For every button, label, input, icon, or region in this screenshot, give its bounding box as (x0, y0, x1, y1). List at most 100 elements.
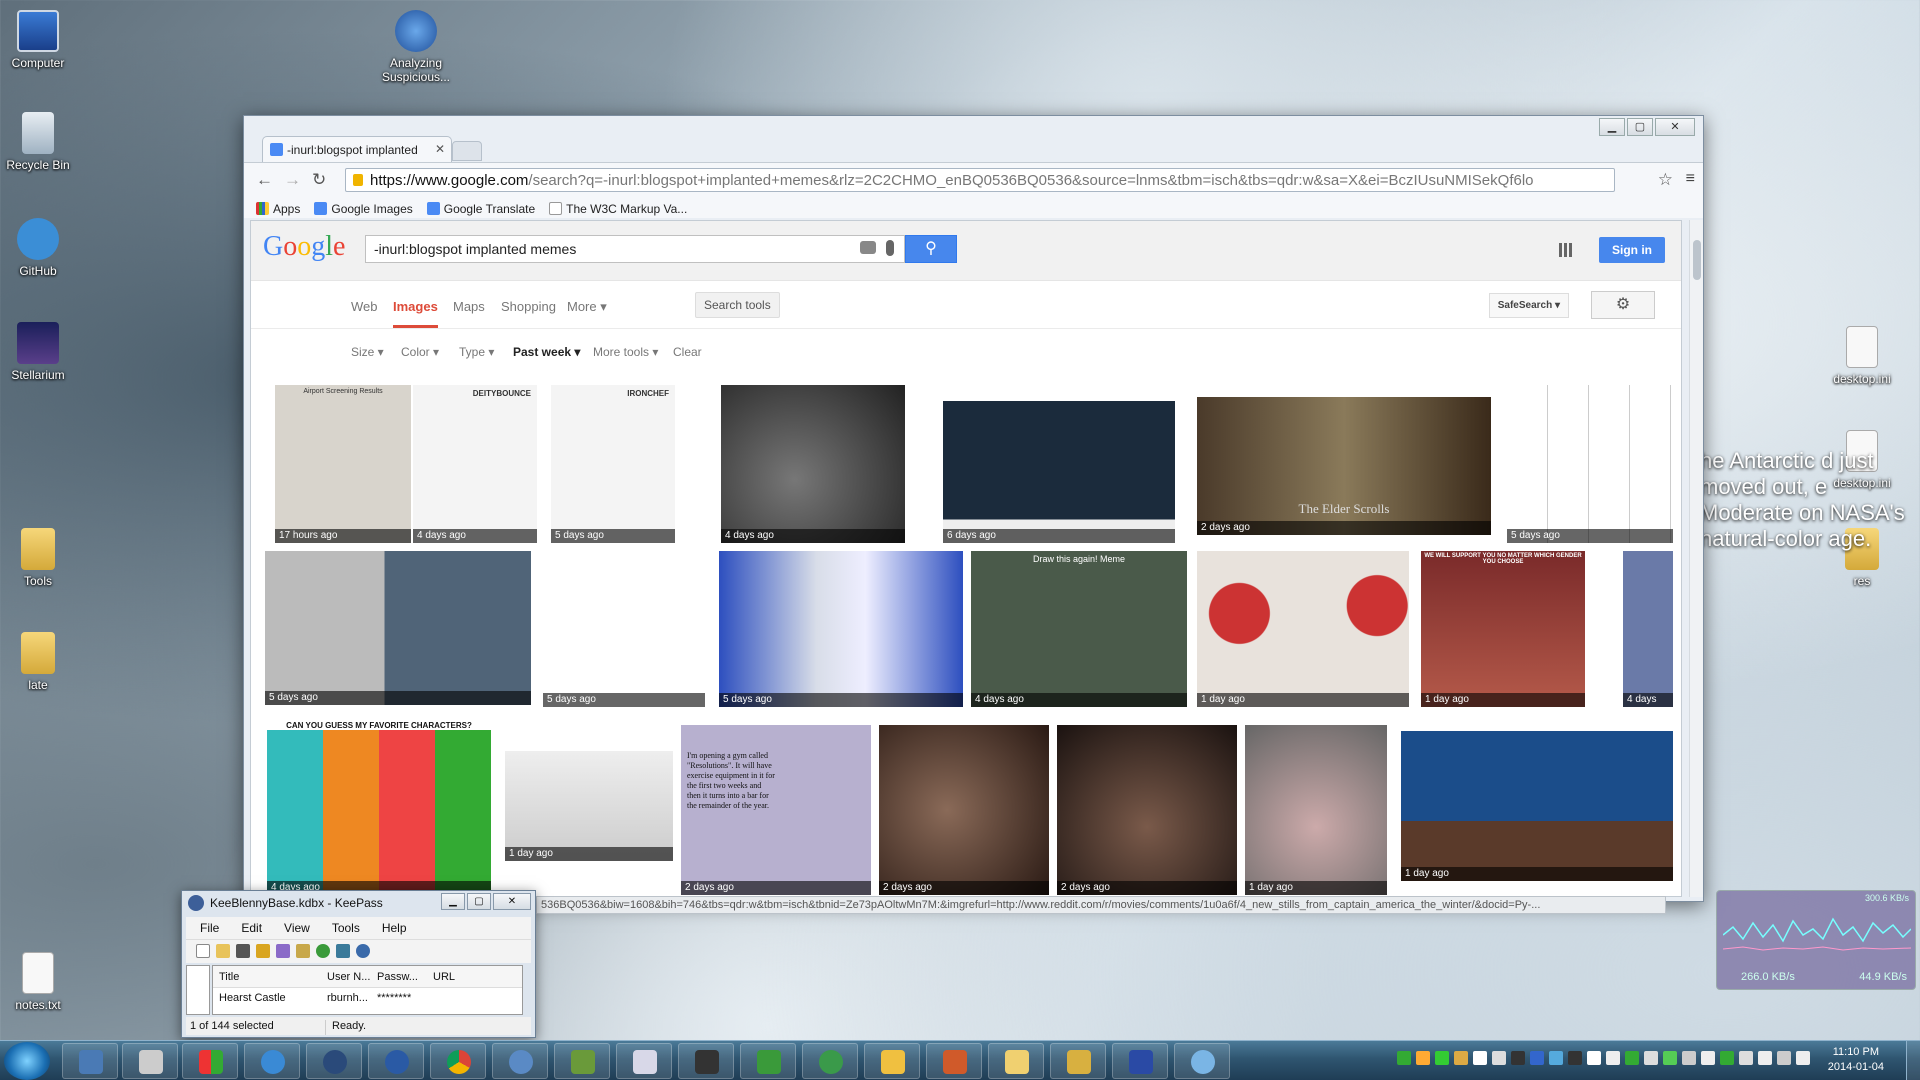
filter-type[interactable]: Type ▾ (459, 345, 494, 359)
volume-icon[interactable] (1796, 1051, 1810, 1065)
search-input[interactable]: -inurl:blogspot implanted memes (365, 235, 905, 263)
image-result[interactable]: 1 day ago (505, 751, 673, 861)
tray-app-icon[interactable] (1435, 1051, 1449, 1065)
taskbar-earth[interactable] (368, 1043, 424, 1079)
save-icon[interactable] (236, 944, 250, 958)
tray-app-icon[interactable] (1568, 1051, 1582, 1065)
chrome-menu-icon[interactable]: ≡ (1686, 170, 1695, 188)
safesearch-button[interactable]: SafeSearch ▾ (1488, 293, 1569, 318)
minimize-button[interactable]: ▁ (441, 893, 465, 910)
image-result[interactable]: WE WILL SUPPORT YOU NO MATTER WHICH GEND… (1421, 551, 1585, 707)
lock-icon[interactable] (336, 944, 350, 958)
tab-maps[interactable]: Maps (453, 299, 485, 314)
image-result[interactable]: 2 days ago (1057, 725, 1237, 895)
taskbar-clock[interactable]: 11:10 PM 2014-01-04 (1828, 1045, 1884, 1075)
tray-app-icon[interactable] (1511, 1051, 1525, 1065)
tray-app-icon[interactable] (1644, 1051, 1658, 1065)
google-logo[interactable]: Google (263, 231, 345, 263)
address-bar[interactable]: https://www.google.com/search?q=-inurl:b… (345, 168, 1615, 192)
image-result[interactable]: 6 days ago (943, 385, 1175, 543)
page-scrollbar[interactable] (1689, 220, 1703, 897)
taskbar-utorrent[interactable] (802, 1043, 858, 1079)
gear-icon[interactable]: ⚙ (1591, 291, 1655, 319)
taskbar-thunderbird[interactable] (492, 1043, 548, 1079)
tray-app-icon[interactable] (1625, 1051, 1639, 1065)
taskbar-chrome[interactable] (430, 1043, 486, 1079)
scrollbar-thumb[interactable] (1693, 240, 1701, 280)
image-result[interactable]: 2 days ago (879, 725, 1049, 895)
taskbar-folder[interactable] (988, 1043, 1044, 1079)
open-folder-icon[interactable] (216, 944, 230, 958)
reload-icon[interactable]: ↻ (312, 170, 326, 190)
table-row[interactable]: Hearst Castle rburnh... ******** (213, 988, 522, 1008)
image-result[interactable]: 5 days ago (1507, 385, 1673, 543)
tray-app-icon[interactable] (1549, 1051, 1563, 1065)
bookmark-apps[interactable]: Apps (256, 199, 300, 218)
taskbar-terminal[interactable] (678, 1043, 734, 1079)
google-apps-icon[interactable] (1559, 243, 1573, 257)
copy-user-icon[interactable] (276, 944, 290, 958)
image-result[interactable]: 1 day ago (1245, 725, 1387, 895)
tray-app-icon[interactable] (1492, 1051, 1506, 1065)
menu-help[interactable]: Help (382, 921, 407, 939)
flag-icon[interactable] (1758, 1051, 1772, 1065)
sync-icon[interactable] (316, 944, 330, 958)
image-result[interactable]: 5 days ago (265, 551, 531, 705)
taskbar-windows[interactable] (182, 1043, 238, 1079)
tray-app-icon[interactable] (1454, 1051, 1468, 1065)
desktop-icon-notes[interactable]: notes.txt (0, 952, 76, 1012)
image-result[interactable]: 1 day ago (1197, 551, 1409, 707)
desktop-icon-tools[interactable]: Tools (0, 528, 76, 588)
tray-app-icon[interactable] (1416, 1051, 1430, 1065)
search-icon[interactable] (356, 944, 370, 958)
new-tab-button[interactable] (452, 141, 482, 161)
tray-app-icon[interactable] (1720, 1051, 1734, 1065)
copy-password-icon[interactable] (296, 944, 310, 958)
network-icon[interactable] (1701, 1051, 1715, 1065)
desktop-icon-github[interactable]: GitHub (0, 218, 76, 278)
image-result[interactable]: 4 days ag (1623, 551, 1673, 707)
minimize-button[interactable]: ▁ (1599, 118, 1625, 136)
menu-view[interactable]: View (284, 921, 310, 939)
column-url[interactable]: URL (427, 971, 467, 983)
image-result[interactable]: 4 days ago (721, 385, 905, 543)
sign-in-button[interactable]: Sign in (1599, 237, 1665, 263)
taskbar-keys[interactable] (1050, 1043, 1106, 1079)
taskbar-search[interactable] (864, 1043, 920, 1079)
camera-icon[interactable] (860, 241, 876, 254)
signal-icon[interactable] (1777, 1051, 1791, 1065)
maximize-button[interactable]: ▢ (467, 893, 491, 910)
image-result[interactable]: The Elder Scrolls 2 days ago (1197, 397, 1491, 535)
image-result[interactable]: Airport Screening Results 17 hours ago (275, 385, 411, 543)
add-entry-icon[interactable] (256, 944, 270, 958)
tray-app-icon[interactable] (1606, 1051, 1620, 1065)
tray-app-icon[interactable] (1663, 1051, 1677, 1065)
image-result[interactable]: 5 days ago (719, 551, 963, 707)
tab-shopping[interactable]: Shopping (501, 299, 556, 314)
search-button[interactable]: ⚲ (905, 235, 957, 263)
taskbar-keepass[interactable] (306, 1043, 362, 1079)
back-icon[interactable]: ← (256, 170, 273, 190)
column-title[interactable]: Title (213, 971, 321, 983)
filter-time[interactable]: Past week ▾ (513, 345, 580, 359)
column-user[interactable]: User N... (321, 971, 371, 983)
microphone-icon[interactable] (886, 240, 894, 256)
group-tree[interactable] (186, 965, 210, 1015)
image-result[interactable]: 5 days ago (543, 551, 705, 707)
start-button[interactable] (4, 1042, 50, 1080)
taskbar-finder[interactable] (1174, 1043, 1230, 1079)
tab-images[interactable]: Images (393, 299, 438, 328)
close-button[interactable]: ✕ (1655, 118, 1695, 136)
star-icon[interactable]: ☆ (1658, 170, 1673, 190)
desktop-icon-recycle-bin[interactable]: Recycle Bin (0, 112, 76, 172)
desktop-icon-late[interactable]: late (0, 632, 76, 692)
tray-app-icon[interactable] (1739, 1051, 1753, 1065)
speaker-icon[interactable] (1682, 1051, 1696, 1065)
taskbar-explorer[interactable] (62, 1043, 118, 1079)
image-result[interactable]: 1 day ago (1401, 731, 1673, 881)
taskbar-globe[interactable] (244, 1043, 300, 1079)
forward-icon[interactable]: → (284, 170, 301, 190)
tray-app-icon[interactable] (1530, 1051, 1544, 1065)
taskbar-monitor[interactable] (554, 1043, 610, 1079)
taskbar-camera[interactable] (122, 1043, 178, 1079)
